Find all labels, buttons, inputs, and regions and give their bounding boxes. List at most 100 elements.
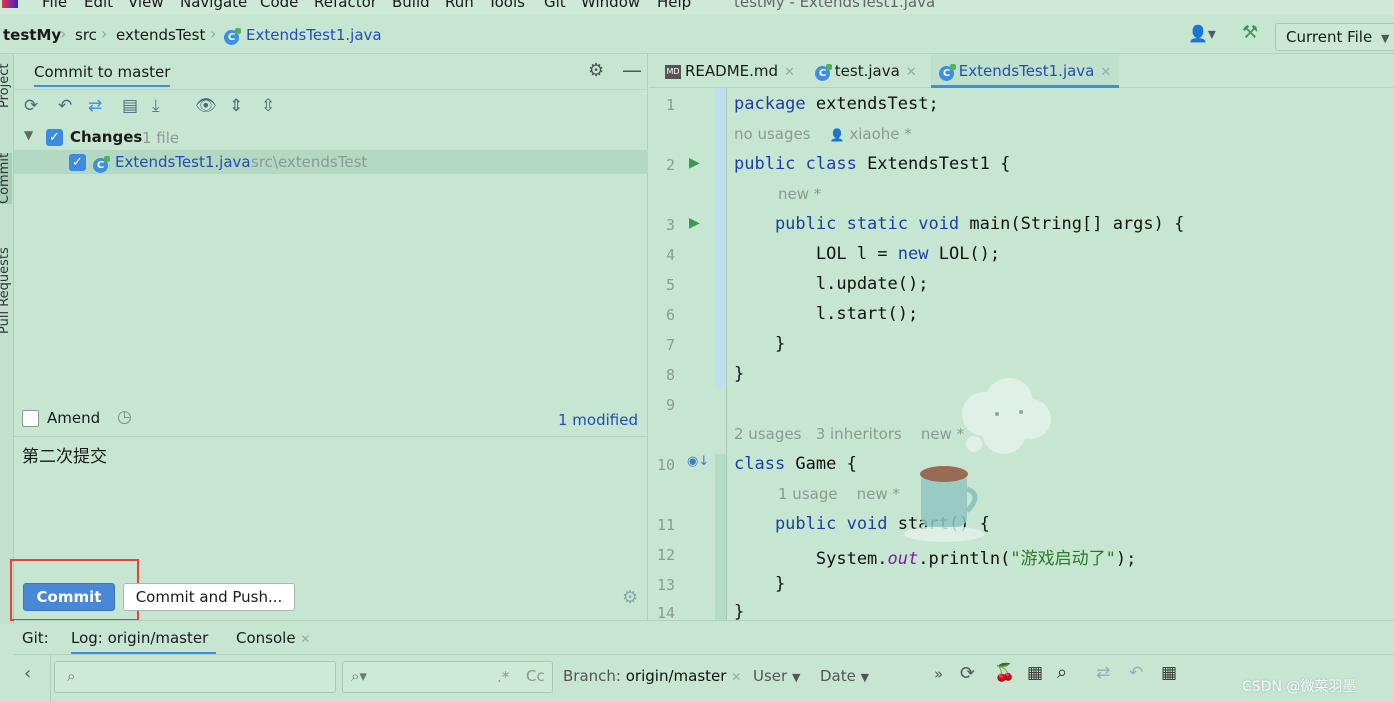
commit-message-input[interactable]: 第二次提交	[22, 442, 107, 467]
implemented-icon[interactable]: ◉↓	[687, 454, 709, 469]
search-icon: ⌕▾	[351, 667, 367, 685]
more-icon[interactable]: »	[934, 665, 943, 683]
branch-filter[interactable]: Branch: origin/master ✕	[563, 667, 741, 685]
inlay-hint[interactable]: 2 usages 3 inheritors new *	[734, 425, 964, 443]
run-configuration-select[interactable]: Current File ▼	[1275, 23, 1394, 51]
line-number: 7	[665, 336, 675, 354]
code-line: l.update();	[734, 274, 929, 294]
run-icon[interactable]: ▶	[689, 215, 700, 231]
breadcrumb-package[interactable]: extendsTest	[116, 26, 205, 44]
list-item[interactable]: ✓ C ExtendsTest1.java src\extendsTest	[14, 150, 648, 174]
breadcrumb-separator-icon: ›	[101, 24, 108, 43]
menu-build[interactable]: Build	[392, 0, 430, 11]
regex-toggle[interactable]: .*	[497, 668, 509, 686]
shelve-icon[interactable]: ⤓	[152, 96, 160, 116]
menu-git[interactable]: Git	[544, 0, 566, 11]
refresh-icon[interactable]: ⟳	[24, 96, 38, 116]
date-filter[interactable]: Date ▼	[820, 667, 869, 685]
user-account-icon[interactable]: 👤▾	[1188, 24, 1216, 43]
close-icon[interactable]: ✕	[906, 65, 917, 80]
tab-extendstest1-java[interactable]: C ExtendsTest1.java ✕	[931, 54, 1120, 88]
gear-icon[interactable]: ⚙	[588, 60, 604, 81]
chevron-down-icon: ▼	[791, 671, 801, 684]
run-icon[interactable]: ▶	[689, 155, 700, 171]
minimize-icon[interactable]: —	[622, 58, 642, 82]
menu-code[interactable]: Code	[260, 0, 298, 11]
watermark: CSDN @微菜羽墨	[1242, 679, 1357, 695]
changes-checkbox[interactable]: ✓	[46, 128, 63, 146]
line-number: 6	[665, 306, 675, 324]
history-clock-icon[interactable]: ◷	[117, 407, 132, 427]
menu-file[interactable]: File	[42, 0, 67, 11]
amend-checkbox[interactable]	[22, 409, 39, 427]
user-filter[interactable]: User ▼	[753, 667, 800, 685]
diff-icon[interactable]: ⇄	[88, 96, 102, 116]
navigation-bar: testMy › src › extendsTest › C ExtendsTe…	[0, 14, 1394, 54]
menu-view[interactable]: View	[128, 0, 164, 11]
git-tool-window-tabs: Git: Log: origin/master Console ✕	[14, 620, 1394, 655]
menu-refactor[interactable]: Refactor	[314, 0, 377, 11]
diff-icon[interactable]: ⇄	[1096, 663, 1110, 683]
code-editor: MD README.md ✕ C test.java ✕ C ExtendsTest1…	[649, 54, 1394, 624]
close-icon[interactable]: ✕	[300, 632, 310, 646]
build-hammer-icon[interactable]: ⚒	[1242, 22, 1258, 43]
java-class-icon: C	[93, 154, 110, 173]
revert-icon[interactable]: ↶	[1129, 663, 1143, 683]
tab-readme[interactable]: MD README.md ✕	[657, 54, 803, 88]
close-icon[interactable]: ✕	[784, 65, 795, 80]
run-configuration-label: Current File	[1286, 28, 1373, 46]
inlay-hint[interactable]: no usages 👤 xiaohe *	[734, 125, 912, 143]
tool-tab-project[interactable]: Project	[0, 64, 12, 108]
expand-all-icon[interactable]: ⇕	[229, 96, 243, 116]
menu-window[interactable]: Window	[581, 0, 640, 11]
changed-file-name: ExtendsTest1.java	[115, 153, 251, 171]
tab-log-origin-master[interactable]: Log: origin/master	[71, 629, 217, 655]
tool-tab-commit[interactable]: Commit	[0, 152, 12, 204]
match-case-toggle[interactable]: Cc	[526, 667, 545, 685]
close-icon[interactable]: ✕	[731, 670, 741, 684]
menu-tools[interactable]: Tools	[488, 0, 525, 11]
inlay-hint[interactable]: new *	[778, 185, 821, 203]
line-number: 2	[665, 156, 675, 174]
close-icon[interactable]: ✕	[1100, 65, 1111, 80]
chevron-left-icon[interactable]: ‹	[24, 663, 31, 684]
refresh-icon[interactable]: ⟳	[960, 663, 975, 684]
file-checkbox[interactable]: ✓	[69, 153, 86, 171]
menu-bar: File Edit View Navigate Code Refactor Bu…	[0, 0, 1394, 14]
layout-icon[interactable]: ▦	[1161, 663, 1177, 683]
line-number: 11	[656, 516, 675, 534]
menu-run[interactable]: Run	[445, 0, 474, 11]
changelist-icon[interactable]: ▤	[122, 96, 138, 116]
breadcrumb-project[interactable]: testMy	[3, 26, 61, 44]
menu-navigate[interactable]: Navigate	[180, 0, 247, 11]
collapse-all-icon[interactable]: ⇳	[261, 96, 275, 116]
grid-options-icon[interactable]: ▦	[1027, 663, 1043, 683]
code-line: package extendsTest;	[734, 94, 939, 114]
chevron-down-icon[interactable]: ▼	[24, 128, 33, 142]
branch-filter-value: origin/master	[625, 667, 727, 685]
commit-search-input[interactable]: ⌕▾ .* Cc	[342, 661, 553, 693]
commit-button[interactable]: Commit	[23, 583, 115, 611]
view-options-icon[interactable]: 👁	[195, 96, 217, 116]
tool-tab-pull-requests[interactable]: Pull Requests	[0, 247, 12, 334]
rollback-icon[interactable]: ↶	[58, 96, 72, 116]
line-number: 13	[656, 576, 675, 594]
line-number: 10	[656, 456, 675, 474]
chevron-down-icon: ▼	[860, 671, 870, 684]
inlay-hint[interactable]: 1 usage new *	[778, 485, 900, 503]
tab-console[interactable]: Console ✕	[236, 629, 310, 647]
code-line: }	[734, 364, 745, 384]
cloud-decoration-icon	[962, 378, 1051, 454]
cherry-pick-icon[interactable]: 🍒	[994, 663, 1015, 683]
tab-test-java[interactable]: C test.java ✕	[807, 54, 925, 88]
menu-edit[interactable]: Edit	[84, 0, 113, 11]
menu-help[interactable]: Help	[657, 0, 691, 11]
modified-link[interactable]: 1 modified	[558, 411, 638, 429]
commit-and-push-button[interactable]: Commit and Push...	[123, 583, 295, 611]
search-icon[interactable]: ⌕	[1057, 662, 1067, 683]
branch-search-input[interactable]: ⌕	[54, 661, 336, 693]
breadcrumb-file[interactable]: ExtendsTest1.java	[246, 26, 382, 44]
breadcrumb-src[interactable]: src	[75, 26, 97, 44]
gear-icon[interactable]: ⚙	[622, 587, 638, 608]
tea-cup-decoration-icon	[904, 466, 984, 542]
